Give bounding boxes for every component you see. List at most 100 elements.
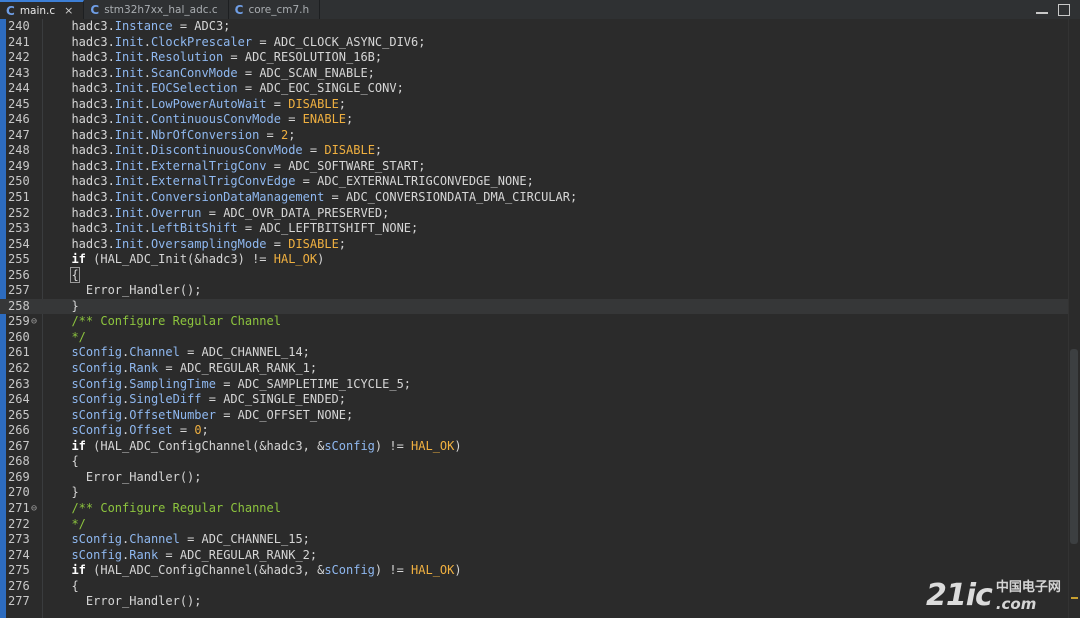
code-token: =: [266, 96, 289, 111]
code-line[interactable]: 263 sConfig.SamplingTime = ADC_SAMPLETIM…: [0, 377, 1068, 393]
code-token: ) !=: [374, 563, 412, 578]
code-token: sConfig: [324, 438, 375, 453]
code-line[interactable]: 248 hadc3.Init.DiscontinuousConvMode = D…: [0, 143, 1068, 159]
code-text: sConfig.Rank = ADC_REGULAR_RANK_2;: [57, 548, 317, 564]
code-token: = ADC_SOFTWARE_START;: [266, 158, 426, 173]
code-line[interactable]: 242 hadc3.Init.Resolution = ADC_RESOLUTI…: [0, 50, 1068, 66]
code-line[interactable]: 245 hadc3.Init.LowPowerAutoWait = DISABL…: [0, 97, 1068, 113]
code-line[interactable]: 247 hadc3.Init.NbrOfConversion = 2;: [0, 128, 1068, 144]
code-token: Init: [114, 127, 144, 142]
code-text: hadc3.Init.ScanConvMode = ADC_SCAN_ENABL…: [57, 65, 374, 82]
code-text: */: [57, 329, 86, 346]
fold-toggle-icon[interactable]: ⊖: [31, 501, 37, 517]
code-line[interactable]: 251 hadc3.Init.ConversionDataManagement …: [0, 190, 1068, 206]
code-token: .: [143, 65, 151, 80]
code-line[interactable]: 246 hadc3.Init.ContinuousConvMode = ENAB…: [0, 112, 1068, 128]
code-token: */: [57, 329, 86, 344]
code-text: hadc3.Init.EOCSelection = ADC_EOC_SINGLE…: [57, 81, 403, 97]
line-number: 242: [8, 50, 30, 65]
code-token: ConversionDataManagement: [150, 190, 325, 205]
code-line[interactable]: 249 hadc3.Init.ExternalTrigConv = ADC_SO…: [0, 159, 1068, 175]
code-text: sConfig.Channel = ADC_CHANNEL_14;: [57, 345, 309, 361]
editor-tab-bar: C main.c × C stm32h7xx_hal_adc.c C core_…: [0, 0, 1080, 20]
code-line[interactable]: 271 ⊖ /** Configure Regular Channel: [0, 501, 1068, 517]
code-line[interactable]: 273 sConfig.Channel = ADC_CHANNEL_15;: [0, 532, 1068, 548]
code-token: {: [57, 454, 79, 469]
code-line[interactable]: 272 */: [0, 517, 1068, 533]
code-line[interactable]: 256 {: [0, 266, 1068, 284]
code-line[interactable]: 254 hadc3.Init.OversamplingMode = DISABL…: [0, 237, 1068, 253]
minimize-icon[interactable]: [1036, 6, 1048, 14]
watermark-cn: 中国电子网: [995, 580, 1061, 595]
code-token: NbrOfConversion: [150, 127, 260, 142]
code-token: ): [317, 252, 325, 267]
code-line[interactable]: 241 hadc3.Init.ClockPrescaler = ADC_CLOC…: [0, 35, 1068, 51]
tab-core-cm7-h[interactable]: C core_cm7.h: [229, 0, 321, 19]
code-token: =: [259, 127, 281, 142]
code-line[interactable]: 265 sConfig.OffsetNumber = ADC_OFFSET_NO…: [0, 408, 1068, 424]
fold-toggle-icon[interactable]: ⊖: [31, 314, 37, 330]
tab-label: main.c: [19, 4, 56, 17]
code-line[interactable]: 276 {: [0, 579, 1068, 595]
line-number: 256: [8, 267, 30, 282]
code-line[interactable]: 244 hadc3.Init.EOCSelection = ADC_EOC_SI…: [0, 81, 1068, 97]
code-line[interactable]: 270 }: [0, 485, 1068, 501]
code-token: {: [57, 578, 79, 593]
code-line[interactable]: 240 hadc3.Instance = ADC3;: [0, 19, 1068, 35]
code-line[interactable]: 253 hadc3.Init.LeftBitShift = ADC_LEFTBI…: [0, 221, 1068, 237]
code-line[interactable]: 257 Error_Handler();: [0, 283, 1068, 299]
code-line[interactable]: 274 sConfig.Rank = ADC_REGULAR_RANK_2;: [0, 548, 1068, 564]
code-text: sConfig.Channel = ADC_CHANNEL_15;: [57, 532, 309, 548]
code-token: .: [143, 174, 151, 189]
code-text: hadc3.Init.ExternalTrigConv = ADC_SOFTWA…: [57, 159, 425, 175]
code-token: = ADC_OFFSET_NONE;: [215, 407, 354, 422]
code-token: Overrun: [150, 205, 202, 220]
code-text: {: [57, 454, 79, 470]
code-token: sConfig: [57, 345, 123, 360]
code-token: sConfig: [57, 407, 123, 422]
code-line[interactable]: 262 sConfig.Rank = ADC_REGULAR_RANK_1;: [0, 361, 1068, 377]
line-number: 250: [8, 174, 30, 189]
scrollbar-thumb[interactable]: [1070, 349, 1078, 544]
overview-marker[interactable]: [1071, 597, 1078, 599]
code-line[interactable]: 267 if (HAL_ADC_ConfigChannel(&hadc3, &s…: [0, 439, 1068, 455]
tab-main-c[interactable]: C main.c ×: [0, 0, 85, 19]
code-token: hadc3.: [57, 127, 115, 142]
code-text: sConfig.Offset = 0;: [57, 423, 208, 439]
line-number: 247: [8, 127, 30, 142]
code-line[interactable]: 255 if (HAL_ADC_Init(&hadc3) != HAL_OK): [0, 252, 1068, 268]
line-number: 269: [8, 469, 30, 484]
code-line[interactable]: 243 hadc3.Init.ScanConvMode = ADC_SCAN_E…: [0, 66, 1068, 82]
code-token: ): [454, 563, 462, 578]
code-token: = ADC_SINGLE_ENDED;: [201, 392, 347, 407]
code-token: .: [143, 127, 151, 142]
code-token: Init: [114, 221, 144, 236]
code-line[interactable]: 258 }: [0, 298, 1068, 315]
line-number: 277: [8, 594, 30, 609]
code-text: {: [57, 266, 80, 284]
line-number: 263: [8, 376, 30, 391]
code-token: DISABLE: [324, 143, 375, 158]
code-token: .: [143, 96, 151, 111]
code-line[interactable]: 275 if (HAL_ADC_ConfigChannel(&hadc3, &s…: [0, 563, 1068, 579]
line-number: 243: [8, 65, 30, 80]
code-line[interactable]: 259 ⊖ /** Configure Regular Channel: [0, 314, 1068, 330]
code-line[interactable]: 266 sConfig.Offset = 0;: [0, 423, 1068, 439]
code-line[interactable]: 269 Error_Handler();: [0, 470, 1068, 486]
code-line[interactable]: 252 hadc3.Init.Overrun = ADC_OVR_DATA_PR…: [0, 206, 1068, 222]
code-editor[interactable]: 240 hadc3.Instance = ADC3; 241 hadc3.Init…: [0, 19, 1080, 618]
code-line[interactable]: 264 sConfig.SingleDiff = ADC_SINGLE_ENDE…: [0, 392, 1068, 408]
code-line[interactable]: 268 {: [0, 454, 1068, 470]
code-token: SamplingTime: [129, 376, 216, 391]
code-line[interactable]: 260 */: [0, 330, 1068, 346]
line-number: 253: [8, 221, 30, 236]
code-line[interactable]: 261 sConfig.Channel = ADC_CHANNEL_14;: [0, 345, 1068, 361]
maximize-icon[interactable]: [1058, 3, 1070, 16]
code-line[interactable]: 250 hadc3.Init.ExternalTrigConvEdge = AD…: [0, 174, 1068, 190]
code-token: =: [302, 143, 325, 158]
close-icon[interactable]: ×: [64, 4, 73, 17]
code-text: /** Configure Regular Channel: [57, 501, 281, 517]
code-token: .: [143, 143, 151, 158]
code-line[interactable]: 277 Error_Handler();: [0, 594, 1068, 610]
tab-stm32h7xx-hal-adc-c[interactable]: C stm32h7xx_hal_adc.c: [84, 0, 229, 19]
